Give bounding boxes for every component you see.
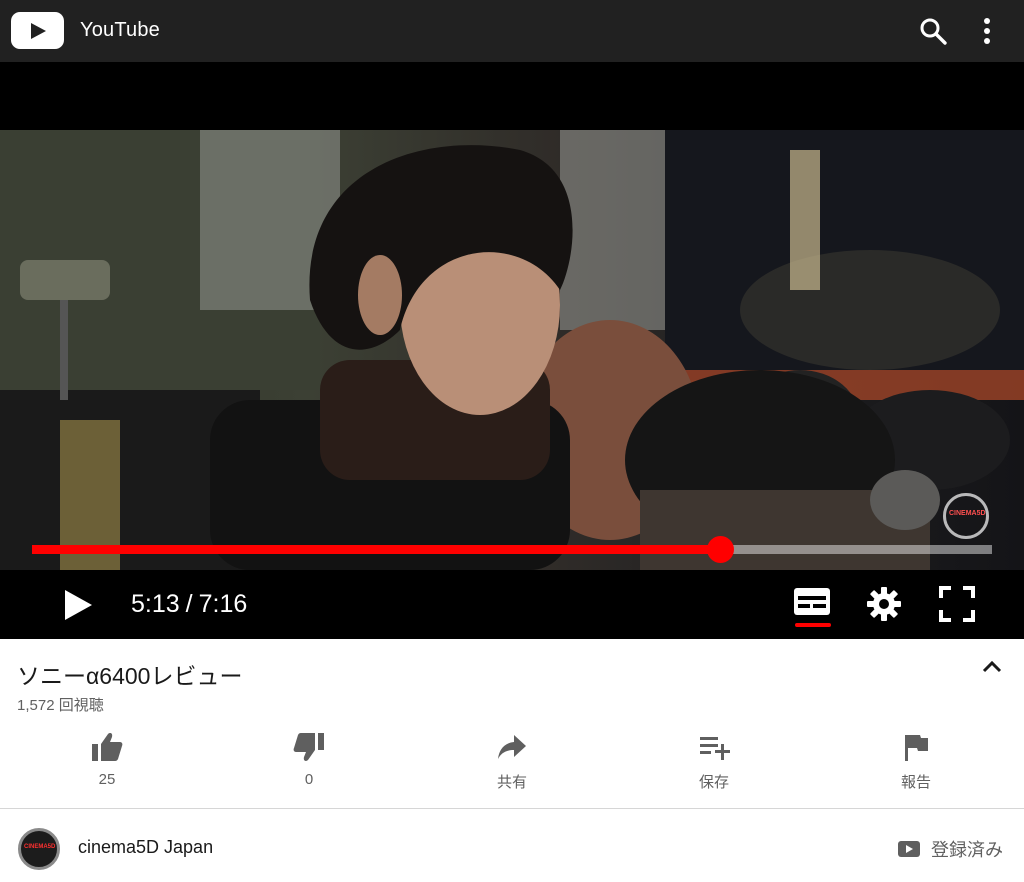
captions-active-indicator bbox=[795, 623, 831, 627]
video-title: ソニーα6400レビュー bbox=[17, 663, 243, 689]
video-info: ソニーα6400レビュー 1,572 回視聴 25 0 共有 保存 報告 bbox=[0, 639, 1024, 809]
view-count: 1,572 回視聴 bbox=[17, 697, 104, 714]
save-label: 保存 bbox=[698, 774, 729, 791]
progress-bar[interactable] bbox=[32, 536, 992, 563]
video-player[interactable]: CINEMA5D 5:13/7:16 bbox=[0, 62, 1024, 639]
settings-icon[interactable] bbox=[866, 586, 902, 627]
share-icon bbox=[498, 735, 526, 759]
player-controls: 5:13/7:16 bbox=[0, 570, 1024, 639]
play-icon[interactable] bbox=[62, 588, 94, 627]
share-label: 共有 bbox=[496, 774, 527, 791]
dislike-count: 0 bbox=[304, 771, 314, 788]
video-frame[interactable]: CINEMA5D bbox=[0, 130, 1024, 570]
youtube-subscribe-icon bbox=[898, 841, 920, 857]
fullscreen-icon[interactable] bbox=[939, 586, 975, 627]
thumbs-down-icon bbox=[293, 733, 324, 761]
time-separator: / bbox=[185, 590, 193, 618]
channel-avatar[interactable]: CINEMA5D bbox=[18, 828, 60, 870]
playlist-add-icon bbox=[700, 737, 730, 760]
captions-icon[interactable] bbox=[793, 586, 831, 623]
search-icon[interactable] bbox=[918, 16, 948, 46]
like-count: 25 bbox=[98, 771, 116, 788]
like-button[interactable]: 25 bbox=[57, 731, 157, 788]
time-display: 5:13/7:16 bbox=[131, 590, 247, 619]
cinema5d-watermark-icon: CINEMA5D bbox=[943, 493, 989, 539]
progress-played bbox=[32, 545, 721, 554]
current-time: 5:13 bbox=[131, 590, 180, 618]
chevron-up-icon[interactable] bbox=[981, 659, 1003, 680]
subscribed-button[interactable]: 登録済み bbox=[898, 836, 1003, 862]
youtube-logo-icon[interactable] bbox=[11, 12, 64, 49]
report-button[interactable]: 報告 bbox=[866, 731, 966, 792]
channel-row[interactable]: CINEMA5D cinema5D Japan 登録済み bbox=[0, 809, 1024, 882]
channel-name[interactable]: cinema5D Japan bbox=[78, 837, 213, 858]
flag-icon bbox=[905, 735, 928, 761]
duration: 7:16 bbox=[198, 590, 248, 618]
share-button[interactable]: 共有 bbox=[462, 731, 562, 792]
subscribed-label: 登録済み bbox=[931, 840, 1003, 860]
more-vert-icon[interactable] bbox=[972, 16, 1002, 46]
thumbs-up-icon bbox=[92, 733, 123, 761]
report-label: 報告 bbox=[900, 774, 931, 791]
dislike-button[interactable]: 0 bbox=[259, 731, 359, 788]
app-header: YouTube bbox=[0, 0, 1024, 62]
avatar-text: CINEMA5D bbox=[24, 844, 56, 850]
app-title: YouTube bbox=[80, 19, 160, 41]
save-button[interactable]: 保存 bbox=[664, 731, 764, 792]
